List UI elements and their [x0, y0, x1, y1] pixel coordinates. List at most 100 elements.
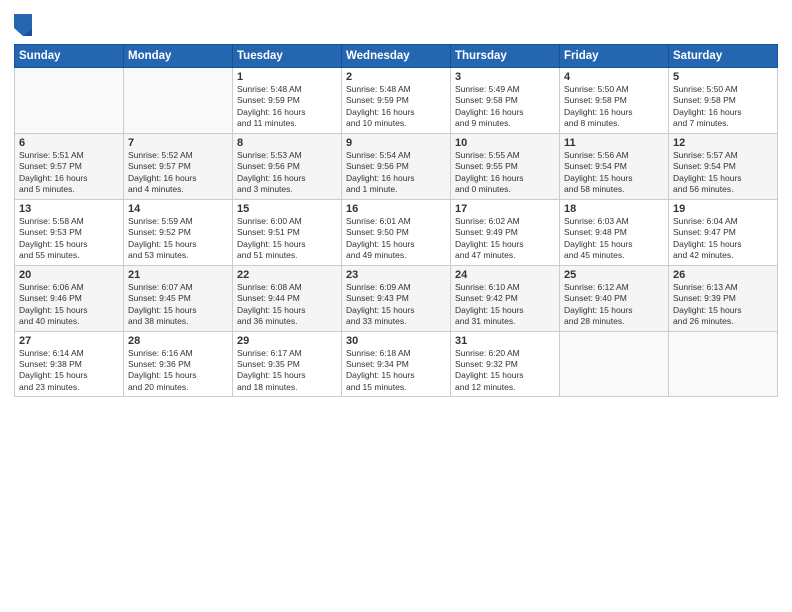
day-number: 21	[128, 269, 228, 281]
day-info: Sunrise: 5:58 AM Sunset: 9:53 PM Dayligh…	[19, 216, 119, 262]
day-number: 19	[673, 203, 773, 215]
calendar-day-cell: 14Sunrise: 5:59 AM Sunset: 9:52 PM Dayli…	[124, 199, 233, 265]
day-info: Sunrise: 6:03 AM Sunset: 9:48 PM Dayligh…	[564, 216, 664, 262]
day-number: 7	[128, 137, 228, 149]
day-info: Sunrise: 6:06 AM Sunset: 9:46 PM Dayligh…	[19, 282, 119, 328]
day-number: 10	[455, 137, 555, 149]
day-number: 16	[346, 203, 446, 215]
day-number: 2	[346, 71, 446, 83]
calendar-day-cell: 28Sunrise: 6:16 AM Sunset: 9:36 PM Dayli…	[124, 331, 233, 397]
day-number: 4	[564, 71, 664, 83]
day-info: Sunrise: 6:07 AM Sunset: 9:45 PM Dayligh…	[128, 282, 228, 328]
day-number: 6	[19, 137, 119, 149]
calendar-day-cell: 2Sunrise: 5:48 AM Sunset: 9:59 PM Daylig…	[342, 68, 451, 134]
day-number: 24	[455, 269, 555, 281]
page: SundayMondayTuesdayWednesdayThursdayFrid…	[0, 0, 792, 612]
day-number: 15	[237, 203, 337, 215]
empty-cell	[560, 331, 669, 397]
day-info: Sunrise: 5:55 AM Sunset: 9:55 PM Dayligh…	[455, 150, 555, 196]
day-info: Sunrise: 5:50 AM Sunset: 9:58 PM Dayligh…	[564, 84, 664, 130]
day-number: 8	[237, 137, 337, 149]
day-number: 30	[346, 335, 446, 347]
day-info: Sunrise: 6:14 AM Sunset: 9:38 PM Dayligh…	[19, 348, 119, 394]
header	[14, 10, 778, 36]
calendar-day-cell: 5Sunrise: 5:50 AM Sunset: 9:58 PM Daylig…	[669, 68, 778, 134]
calendar-week-row: 6Sunrise: 5:51 AM Sunset: 9:57 PM Daylig…	[15, 133, 778, 199]
day-number: 26	[673, 269, 773, 281]
day-info: Sunrise: 6:01 AM Sunset: 9:50 PM Dayligh…	[346, 216, 446, 262]
day-number: 20	[19, 269, 119, 281]
day-info: Sunrise: 6:12 AM Sunset: 9:40 PM Dayligh…	[564, 282, 664, 328]
day-info: Sunrise: 5:57 AM Sunset: 9:54 PM Dayligh…	[673, 150, 773, 196]
day-info: Sunrise: 6:02 AM Sunset: 9:49 PM Dayligh…	[455, 216, 555, 262]
calendar-day-cell: 30Sunrise: 6:18 AM Sunset: 9:34 PM Dayli…	[342, 331, 451, 397]
calendar-table: SundayMondayTuesdayWednesdayThursdayFrid…	[14, 44, 778, 397]
calendar-day-cell: 19Sunrise: 6:04 AM Sunset: 9:47 PM Dayli…	[669, 199, 778, 265]
calendar-day-cell: 4Sunrise: 5:50 AM Sunset: 9:58 PM Daylig…	[560, 68, 669, 134]
calendar-day-cell: 18Sunrise: 6:03 AM Sunset: 9:48 PM Dayli…	[560, 199, 669, 265]
calendar-day-cell: 6Sunrise: 5:51 AM Sunset: 9:57 PM Daylig…	[15, 133, 124, 199]
calendar-day-cell: 8Sunrise: 5:53 AM Sunset: 9:56 PM Daylig…	[233, 133, 342, 199]
day-info: Sunrise: 6:13 AM Sunset: 9:39 PM Dayligh…	[673, 282, 773, 328]
day-info: Sunrise: 6:17 AM Sunset: 9:35 PM Dayligh…	[237, 348, 337, 394]
day-info: Sunrise: 6:09 AM Sunset: 9:43 PM Dayligh…	[346, 282, 446, 328]
day-number: 1	[237, 71, 337, 83]
empty-cell	[124, 68, 233, 134]
day-info: Sunrise: 6:18 AM Sunset: 9:34 PM Dayligh…	[346, 348, 446, 394]
day-number: 27	[19, 335, 119, 347]
day-info: Sunrise: 5:48 AM Sunset: 9:59 PM Dayligh…	[346, 84, 446, 130]
empty-cell	[669, 331, 778, 397]
calendar-week-row: 20Sunrise: 6:06 AM Sunset: 9:46 PM Dayli…	[15, 265, 778, 331]
calendar-day-cell: 25Sunrise: 6:12 AM Sunset: 9:40 PM Dayli…	[560, 265, 669, 331]
calendar-day-cell: 16Sunrise: 6:01 AM Sunset: 9:50 PM Dayli…	[342, 199, 451, 265]
weekday-header: Thursday	[451, 45, 560, 68]
calendar-week-row: 13Sunrise: 5:58 AM Sunset: 9:53 PM Dayli…	[15, 199, 778, 265]
empty-cell	[15, 68, 124, 134]
calendar-day-cell: 1Sunrise: 5:48 AM Sunset: 9:59 PM Daylig…	[233, 68, 342, 134]
weekday-header: Tuesday	[233, 45, 342, 68]
day-number: 29	[237, 335, 337, 347]
calendar-day-cell: 11Sunrise: 5:56 AM Sunset: 9:54 PM Dayli…	[560, 133, 669, 199]
calendar-day-cell: 17Sunrise: 6:02 AM Sunset: 9:49 PM Dayli…	[451, 199, 560, 265]
day-number: 13	[19, 203, 119, 215]
day-info: Sunrise: 5:51 AM Sunset: 9:57 PM Dayligh…	[19, 150, 119, 196]
logo	[14, 14, 36, 36]
calendar-day-cell: 12Sunrise: 5:57 AM Sunset: 9:54 PM Dayli…	[669, 133, 778, 199]
day-number: 3	[455, 71, 555, 83]
calendar-week-row: 27Sunrise: 6:14 AM Sunset: 9:38 PM Dayli…	[15, 331, 778, 397]
day-number: 14	[128, 203, 228, 215]
day-info: Sunrise: 5:50 AM Sunset: 9:58 PM Dayligh…	[673, 84, 773, 130]
calendar-day-cell: 22Sunrise: 6:08 AM Sunset: 9:44 PM Dayli…	[233, 265, 342, 331]
day-info: Sunrise: 6:10 AM Sunset: 9:42 PM Dayligh…	[455, 282, 555, 328]
calendar-week-row: 1 Sunrise: 5:48 AM Sunset: 9:59 PM Daylig…	[15, 68, 778, 134]
day-number: 5	[673, 71, 773, 83]
day-info: Sunrise: 6:20 AM Sunset: 9:32 PM Dayligh…	[455, 348, 555, 394]
calendar-header-row: SundayMondayTuesdayWednesdayThursdayFrid…	[15, 45, 778, 68]
day-info: Sunrise: 5:56 AM Sunset: 9:54 PM Dayligh…	[564, 150, 664, 196]
calendar-day-cell: 13Sunrise: 5:58 AM Sunset: 9:53 PM Dayli…	[15, 199, 124, 265]
calendar-day-cell: 3Sunrise: 5:49 AM Sunset: 9:58 PM Daylig…	[451, 68, 560, 134]
day-info: Sunrise: 6:16 AM Sunset: 9:36 PM Dayligh…	[128, 348, 228, 394]
day-number: 18	[564, 203, 664, 215]
weekday-header: Friday	[560, 45, 669, 68]
calendar-day-cell: 7Sunrise: 5:52 AM Sunset: 9:57 PM Daylig…	[124, 133, 233, 199]
day-info: Sunrise: 5:52 AM Sunset: 9:57 PM Dayligh…	[128, 150, 228, 196]
day-number: 23	[346, 269, 446, 281]
calendar-day-cell: 10Sunrise: 5:55 AM Sunset: 9:55 PM Dayli…	[451, 133, 560, 199]
weekday-header: Saturday	[669, 45, 778, 68]
calendar-day-cell: 29Sunrise: 6:17 AM Sunset: 9:35 PM Dayli…	[233, 331, 342, 397]
day-info: Sunrise: 6:00 AM Sunset: 9:51 PM Dayligh…	[237, 216, 337, 262]
day-info: Sunrise: 5:53 AM Sunset: 9:56 PM Dayligh…	[237, 150, 337, 196]
calendar-day-cell: 26Sunrise: 6:13 AM Sunset: 9:39 PM Dayli…	[669, 265, 778, 331]
day-number: 11	[564, 137, 664, 149]
weekday-header: Sunday	[15, 45, 124, 68]
day-number: 17	[455, 203, 555, 215]
day-number: 9	[346, 137, 446, 149]
calendar-day-cell: 24Sunrise: 6:10 AM Sunset: 9:42 PM Dayli…	[451, 265, 560, 331]
day-number: 25	[564, 269, 664, 281]
day-number: 31	[455, 335, 555, 347]
calendar-day-cell: 20Sunrise: 6:06 AM Sunset: 9:46 PM Dayli…	[15, 265, 124, 331]
weekday-header: Wednesday	[342, 45, 451, 68]
calendar-day-cell: 23Sunrise: 6:09 AM Sunset: 9:43 PM Dayli…	[342, 265, 451, 331]
day-number: 12	[673, 137, 773, 149]
